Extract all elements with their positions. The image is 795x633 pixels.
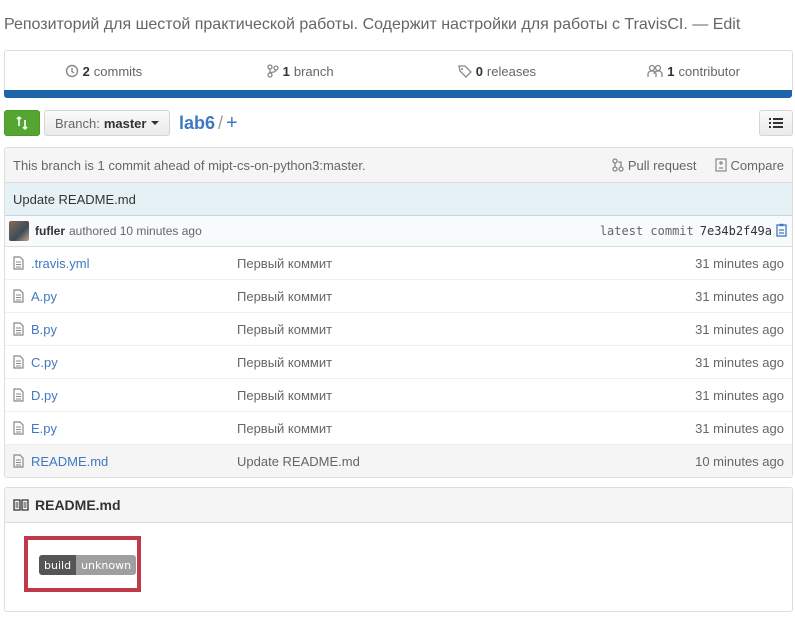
file-name-link[interactable]: C.py <box>31 355 237 370</box>
language-bar <box>4 90 792 98</box>
description-text: Репозиторий для шестой практической рабо… <box>4 16 688 33</box>
branch-name: master <box>103 115 147 131</box>
compare-link[interactable]: Compare <box>714 157 784 173</box>
branches-link[interactable]: 1 branch <box>202 51 399 91</box>
file-name-link[interactable]: D.py <box>31 388 237 403</box>
file-age: 31 minutes ago <box>695 321 784 337</box>
commits-label: commits <box>93 63 143 79</box>
pull-request-icon <box>612 158 624 172</box>
file-text-icon <box>5 355 31 369</box>
tag-icon <box>457 65 472 78</box>
branch-label: branch <box>293 63 334 79</box>
file-commit-message[interactable]: Первый коммит <box>237 421 684 436</box>
contributor-count: 1 <box>667 63 675 79</box>
chevron-down-icon <box>151 121 160 125</box>
commits-link[interactable]: 2 commits <box>5 51 202 91</box>
badge-label: build <box>39 555 77 575</box>
file-name-link[interactable]: .travis.yml <box>31 256 237 271</box>
list-icon <box>769 118 783 128</box>
file-text-icon <box>5 322 31 336</box>
file-text-icon <box>5 256 31 270</box>
avatar[interactable] <box>9 221 29 241</box>
file-commit-message[interactable]: Первый коммит <box>237 289 684 304</box>
branch-prefix: Branch: <box>55 115 100 131</box>
file-row: E.py Первый коммит 31 minutes ago <box>5 411 792 444</box>
readme-title: README.md <box>35 497 121 513</box>
book-icon <box>13 499 29 511</box>
commit-message-link[interactable]: Update README.md <box>13 192 136 207</box>
file-commit-message[interactable]: Первый коммит <box>237 322 684 337</box>
breadcrumb: lab6/+ <box>179 112 238 135</box>
file-commit-message[interactable]: Первый коммит <box>237 355 684 370</box>
new-file-button[interactable]: + <box>226 112 238 134</box>
pull-request-label: Pull request <box>627 157 697 173</box>
file-commit-message[interactable]: Update README.md <box>237 454 684 469</box>
compare-label: Compare <box>730 157 784 173</box>
file-commit-message[interactable]: Первый коммит <box>237 256 684 271</box>
branch-icon <box>266 64 279 78</box>
file-commit-message[interactable]: Первый коммит <box>237 388 684 403</box>
file-navigation-box: This branch is 1 commit ahead of mipt-cs… <box>4 147 793 478</box>
file-row: A.py Первый коммит 31 minutes ago <box>5 279 792 312</box>
file-name-link[interactable]: README.md <box>31 454 237 469</box>
file-age: 31 minutes ago <box>695 354 784 370</box>
history-icon <box>65 64 78 78</box>
commits-count: 2 <box>82 63 90 79</box>
commit-sha-link[interactable]: 7e34b2f49a <box>700 224 772 238</box>
diff-icon <box>714 158 727 172</box>
file-name-link[interactable]: A.py <box>31 289 237 304</box>
repo-summary-bar: 2 commits 1 branch 0 releases 1 contribu… <box>4 50 793 91</box>
branch-count: 1 <box>282 63 290 79</box>
commit-authored-time: authored 10 minutes ago <box>69 224 202 238</box>
releases-label: releases <box>486 63 537 79</box>
clipboard-icon[interactable] <box>776 223 788 240</box>
file-list: .travis.yml Первый коммит 31 minutes ago… <box>5 247 792 477</box>
file-age: 31 minutes ago <box>695 288 784 304</box>
branch-select-button[interactable]: Branch: master <box>44 110 171 136</box>
file-text-icon <box>5 421 31 435</box>
releases-link[interactable]: 0 releases <box>399 51 596 91</box>
file-age: 10 minutes ago <box>695 453 784 469</box>
readme-box: README.md build unknown <box>4 487 793 612</box>
contributor-label: contributor <box>678 63 740 79</box>
file-row: .travis.yml Первый коммит 31 minutes ago <box>5 247 792 279</box>
latest-commit-meta: fufler authored 10 minutes ago latest co… <box>5 216 792 247</box>
organization-icon <box>647 64 663 77</box>
repo-root-link[interactable]: lab6 <box>179 113 215 133</box>
build-status-badge[interactable]: build unknown <box>39 555 137 575</box>
pull-request-link[interactable]: Pull request <box>612 158 697 173</box>
repo-description: Репозиторий для шестой практической рабо… <box>4 16 740 34</box>
file-row: C.py Первый коммит 31 minutes ago <box>5 345 792 378</box>
file-age: 31 minutes ago <box>695 255 784 271</box>
commit-author[interactable]: fufler <box>35 224 65 238</box>
file-name-link[interactable]: E.py <box>31 421 237 436</box>
latest-commit-title: Update README.md <box>5 183 792 216</box>
file-name-link[interactable]: B.py <box>31 322 237 337</box>
compare-review-button[interactable] <box>4 110 40 136</box>
branch-status-text: This branch is 1 commit ahead of mipt-cs… <box>13 157 366 173</box>
highlight-annotation: build unknown <box>24 536 141 592</box>
file-row: B.py Первый коммит 31 minutes ago <box>5 312 792 345</box>
toggle-list-button[interactable] <box>759 110 793 136</box>
latest-commit-label: latest commit <box>599 224 694 238</box>
file-text-icon <box>5 454 31 468</box>
file-text-icon <box>5 289 31 303</box>
file-age: 31 minutes ago <box>695 420 784 436</box>
file-row: D.py Первый коммит 31 minutes ago <box>5 378 792 411</box>
file-age: 31 minutes ago <box>695 387 784 403</box>
git-compare-icon <box>16 116 28 130</box>
branch-status-bar: This branch is 1 commit ahead of mipt-cs… <box>5 148 792 183</box>
readme-header: README.md <box>5 488 792 523</box>
badge-status: unknown <box>76 555 137 575</box>
file-row: README.md Update README.md 10 minutes ag… <box>5 444 792 477</box>
file-text-icon <box>5 388 31 402</box>
contributors-link[interactable]: 1 contributor <box>595 51 792 91</box>
path-separator: / <box>218 113 224 133</box>
edit-description-link[interactable]: — Edit <box>692 16 740 33</box>
releases-count: 0 <box>475 63 483 79</box>
